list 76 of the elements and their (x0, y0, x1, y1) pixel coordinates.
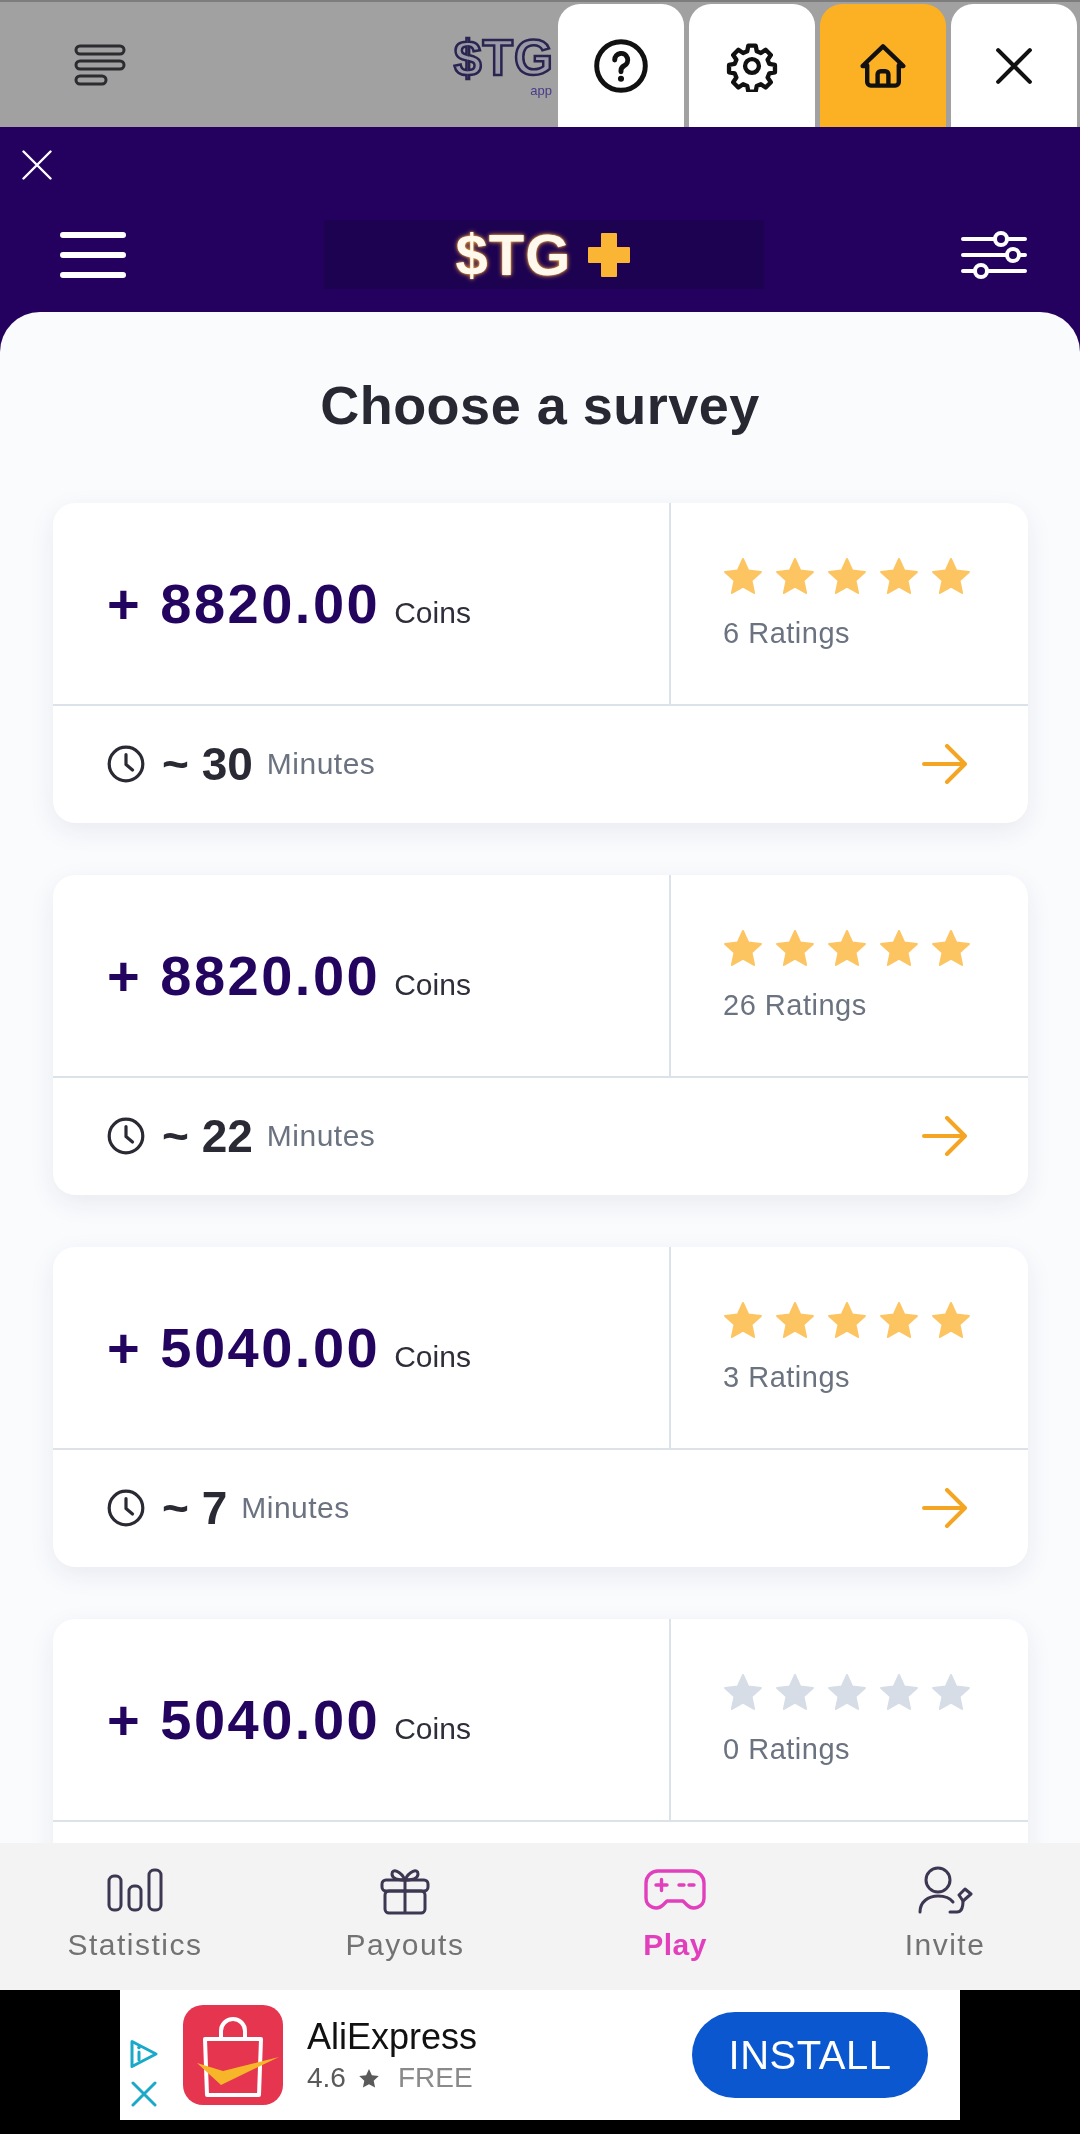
gamepad-icon (644, 1868, 706, 1912)
star-icon (357, 2067, 380, 2089)
star-icon (827, 557, 867, 596)
clock-icon (107, 1488, 145, 1527)
coin-unit: Coins (394, 594, 471, 631)
logo-text: $TG (453, 32, 554, 83)
survey-card[interactable]: + 5040.00 Coins 0 Ratings (53, 1619, 1028, 1843)
star-icon (931, 929, 971, 968)
coin-amount: + 5040.00 (107, 1316, 381, 1379)
plus-icon (587, 231, 632, 278)
coin-unit: Coins (394, 966, 471, 1003)
duration-value: ~ 30 (162, 740, 253, 787)
logo-tagline: app (530, 83, 552, 97)
app-price: FREE (397, 2062, 473, 2094)
nav-tab[interactable]: Statistics (0, 1843, 270, 1990)
star-icon (879, 929, 919, 968)
rating-count: 6 Ratings (723, 616, 851, 650)
survey-card[interactable]: + 5040.00 Coins 3 Ratings ~ 7 Minutes (53, 1247, 1028, 1567)
page-title: Choose a survey (319, 374, 761, 437)
settings-button[interactable] (689, 4, 815, 127)
rating-count: 0 Ratings (723, 1732, 851, 1766)
star-icon (931, 1301, 971, 1340)
star-icon (827, 1673, 867, 1712)
star-icon (931, 557, 971, 596)
star-icon (879, 1301, 919, 1340)
star-icon (775, 1673, 815, 1712)
duration-unit: Minutes (241, 1490, 350, 1526)
duration-value: ~ 22 (162, 1112, 253, 1159)
coin-amount: + 5040.00 (107, 1688, 381, 1751)
arrow-right-icon (922, 1487, 968, 1528)
rating-count: 26 Ratings (723, 988, 868, 1022)
clock-icon (107, 1116, 145, 1155)
help-button[interactable] (558, 4, 684, 127)
star-icon (879, 557, 919, 596)
install-button[interactable]: INSTALL (692, 2012, 928, 2098)
ad-info-icon[interactable] (129, 2039, 159, 2069)
sliders-icon[interactable] (961, 230, 1027, 279)
survey-card[interactable]: + 8820.00 Coins 26 Ratings ~ 22 Minutes (53, 875, 1028, 1195)
nav-tab[interactable]: Payouts (270, 1843, 540, 1990)
app-name: AliExpress (307, 2016, 478, 2058)
arrow-right-icon (922, 743, 968, 784)
star-icon (775, 929, 815, 968)
help-icon (594, 38, 648, 93)
coin-amount: + 8820.00 (107, 944, 381, 1007)
star-icon (723, 1301, 763, 1340)
star-icon (827, 1301, 867, 1340)
shopping-bag-icon (183, 2005, 283, 2105)
star-icon (775, 1301, 815, 1340)
duration-unit: Minutes (266, 746, 376, 782)
close-button[interactable] (951, 4, 1077, 127)
close-icon (995, 46, 1033, 85)
star-icon (931, 1673, 971, 1712)
star-icon (723, 1673, 763, 1712)
rating-count: 3 Ratings (723, 1360, 851, 1394)
home-button[interactable] (820, 4, 946, 127)
logo-text: $TG (455, 225, 572, 284)
duration-unit: Minutes (266, 1118, 376, 1154)
coin-unit: Coins (394, 1710, 471, 1747)
app-rating: 4.6 (307, 2062, 346, 2094)
bar-chart-icon (107, 1868, 163, 1912)
duration-value: ~ 7 (162, 1484, 228, 1531)
star-icon (723, 929, 763, 968)
star-icon (723, 557, 763, 596)
star-icon (775, 557, 815, 596)
clock-icon (107, 744, 145, 783)
survey-card[interactable]: + 8820.00 Coins 6 Ratings ~ 30 Minutes (53, 503, 1028, 823)
home-icon (858, 41, 908, 90)
star-icon (879, 1673, 919, 1712)
coin-amount: + 8820.00 (107, 572, 381, 635)
star-icon (827, 929, 867, 968)
arrow-right-icon (922, 1115, 968, 1156)
person-icon (917, 1865, 973, 1915)
coin-unit: Coins (394, 1338, 471, 1375)
nav-tab[interactable]: Play (540, 1843, 810, 1990)
menu-icon[interactable] (60, 231, 126, 278)
nav-tab[interactable]: Invite (810, 1843, 1080, 1990)
